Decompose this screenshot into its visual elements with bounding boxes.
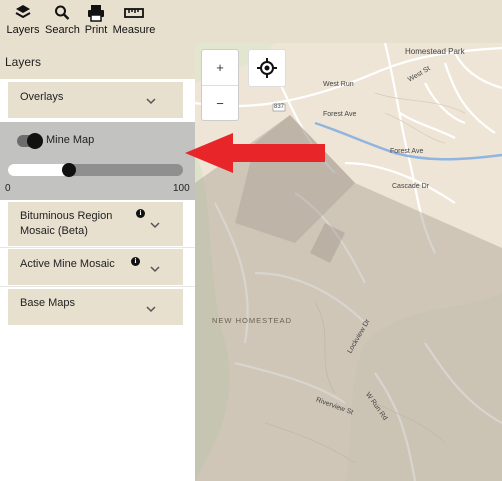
layers-tool-label: Layers — [6, 24, 40, 36]
callout-arrow-icon — [185, 133, 325, 173]
slider-thumb[interactable] — [62, 163, 77, 177]
base-maps-section[interactable]: Base Maps — [8, 289, 183, 325]
info-icon[interactable]: i — [136, 209, 145, 218]
toggle-knob — [27, 133, 43, 149]
bituminous-label: Bituminous Region Mosaic (Beta) — [20, 210, 113, 237]
chevron-down-icon — [150, 266, 160, 273]
print-icon — [88, 5, 104, 22]
locate-button[interactable] — [248, 49, 286, 87]
info-icon[interactable]: i — [131, 257, 140, 266]
map-label-homestead-park: Homestead Park — [405, 47, 465, 56]
search-icon — [55, 5, 70, 20]
map-label-forest-ave: Forest Ave — [323, 111, 357, 118]
map-label-forest-ave-2: Forest Ave — [390, 148, 424, 155]
layers-panel-header: Layers — [0, 43, 195, 79]
layers-panel-title: Layers — [5, 55, 42, 69]
slider-fill — [8, 164, 70, 176]
zoom-control: + − — [201, 49, 239, 121]
search-tool-button[interactable]: Search — [45, 4, 80, 36]
overlays-label: Overlays — [20, 91, 64, 103]
map-label-new-homestead: NEW HOMESTEAD — [212, 316, 293, 325]
divider — [0, 247, 195, 248]
top-toolbar: Layers Search Print Measure — [0, 0, 502, 43]
slider-max-label: 100 — [173, 183, 190, 194]
chevron-down-icon — [146, 306, 156, 313]
measure-icon — [124, 8, 144, 18]
divider — [0, 286, 195, 287]
active-mine-section[interactable]: Active Mine Mosaic i — [8, 249, 183, 285]
overlays-section[interactable]: Overlays — [8, 82, 183, 118]
base-maps-label: Base Maps — [20, 297, 76, 309]
mine-map-opacity-slider[interactable] — [8, 163, 183, 177]
map-label-west-run: West Run — [323, 81, 354, 88]
crosshair-icon — [257, 58, 277, 78]
print-tool-button[interactable]: Print — [83, 4, 109, 36]
bituminous-section[interactable]: Bituminous Region Mosaic (Beta) i — [8, 202, 183, 246]
active-mine-label: Active Mine Mosaic — [20, 258, 115, 270]
mine-map-toggle[interactable] — [17, 133, 43, 149]
layers-panel: Layers Overlays Mine Map 0 100 Bituminou… — [0, 43, 195, 481]
slider-min-label: 0 — [5, 183, 11, 194]
mine-map-layer: Mine Map 0 100 — [0, 122, 195, 200]
measure-tool-label: Measure — [112, 24, 156, 36]
zoom-in-button[interactable]: + — [202, 50, 238, 85]
layers-tool-button[interactable]: Layers — [6, 4, 40, 36]
map-view[interactable]: Homestead Park West Run Forest Ave Fores… — [195, 43, 502, 481]
measure-tool-button[interactable]: Measure — [112, 4, 156, 36]
layers-icon — [15, 5, 31, 19]
chevron-down-icon — [150, 222, 160, 229]
zoom-out-button[interactable]: − — [202, 86, 238, 121]
chevron-down-icon — [146, 98, 156, 105]
map-label-cascade-dr: Cascade Dr — [392, 183, 429, 190]
print-tool-label: Print — [84, 24, 108, 36]
map-label-route-837: 837 — [274, 104, 285, 110]
mine-map-label: Mine Map — [46, 134, 95, 146]
search-tool-label: Search — [45, 24, 80, 36]
